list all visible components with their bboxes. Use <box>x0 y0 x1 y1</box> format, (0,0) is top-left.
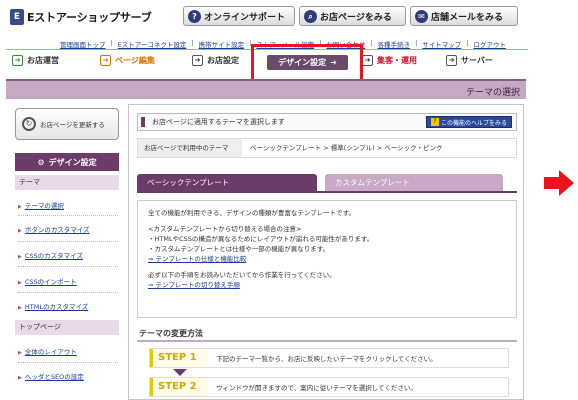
sidebar-item-css-import[interactable]: ▶ CSSのインポート <box>18 276 77 286</box>
help-button[interactable]: ? この機能のヘルプをみる <box>425 116 512 128</box>
current-theme-row: お店ページで利用中のテーマ ベーシックテンプレート > 標準(シンプル) > ベ… <box>137 138 517 158</box>
store-mail-label: 店舗メールをみる <box>431 12 504 23</box>
main-content: お店ページに適用するテーマを選択します ? この機能のヘルプをみる お店ページで… <box>128 104 524 400</box>
sidebar-category-theme: テーマ <box>15 175 119 190</box>
link-sitemap[interactable]: サイトマップ <box>422 39 461 49</box>
section-band: テーマの選択 <box>6 79 526 99</box>
theme-instruction-text: お店ページに適用するテーマを選択します <box>152 118 285 126</box>
nav-server[interactable]: ➜ サーバー <box>446 55 493 66</box>
arrow-right-icon: ➜ <box>446 55 457 66</box>
arrow-right-icon: ➜ <box>12 55 23 66</box>
refresh-label: お店ページを更新する <box>40 121 105 129</box>
link-logout[interactable]: ログアウト <box>474 39 507 49</box>
nav-store-ops[interactable]: ➜ お店運営 <box>12 55 59 66</box>
view-store-label: お店ページをみる <box>320 12 392 23</box>
nav-page-edit[interactable]: ➜ ページ編集 <box>100 55 155 66</box>
template-description: 全ての機能が利用できる、デザインの種類が豊富なテンプレートです。 <カスタムテン… <box>137 200 517 318</box>
nav-store-settings[interactable]: ➜ お店設定 <box>192 55 239 66</box>
spec-compare-link[interactable]: ⇒ テンプレートの仕様と機能比較 <box>148 254 506 264</box>
logo-text: Eストアーショップサーブ <box>27 11 152 24</box>
arrow-right-icon: ➜ <box>362 55 373 66</box>
sidebar: ↻ お店ページを更新する ⚙ デザイン設定 テーマ ▶ テーマの選択 ▶ ボタンのカ… <box>12 104 122 400</box>
logo[interactable]: E Eストアーショップサーブ <box>10 9 152 25</box>
arrow-right-icon: ➜ <box>100 55 111 66</box>
link-admin-top[interactable]: 管理画面トップ <box>60 39 106 49</box>
triangle-icon: ▶ <box>18 305 22 311</box>
header: E Eストアーショップサーブ ? オンラインサポート ⌕ お店ページをみる ✉ … <box>0 0 530 32</box>
switch-procedure-link[interactable]: ⇒ テンプレートの切り替え手順 <box>148 280 506 290</box>
down-arrow-icon <box>173 369 187 376</box>
sidebar-item-theme-select[interactable]: ▶ テーマの選択 <box>18 200 64 210</box>
sidebar-item-layout[interactable]: ▶ 全体のレイアウト <box>18 346 77 356</box>
step-2: STEP 2 ウィンドウが開きますので、案内に従いテーマを選択してください。 <box>149 377 509 397</box>
page-title: テーマの選択 <box>465 88 520 98</box>
theme-instruction-bar: お店ページに適用するテーマを選択します ? この機能のヘルプをみる <box>137 113 517 131</box>
link-connect-settings[interactable]: Eストアーコネクト設定 <box>118 39 187 49</box>
sidebar-heading: ⚙ デザイン設定 <box>15 153 119 171</box>
change-method-heading: テーマの変更方法 <box>137 328 517 342</box>
highlight-box <box>251 44 363 84</box>
logo-icon: E <box>10 9 24 25</box>
mail-icon: ✉ <box>415 9 428 23</box>
arrow-right-icon: ➜ <box>192 55 203 66</box>
sidebar-item-header-seo[interactable]: ▶ ヘッダとSEOの設定 <box>18 371 84 381</box>
sidebar-item-button-custom[interactable]: ▶ ボタンのカスタマイズ <box>18 224 90 234</box>
triangle-icon: ▶ <box>18 228 22 234</box>
step-1: STEP 1 下記のテーマ一覧から、お店に反映したいテーマをクリックしてください… <box>149 348 509 368</box>
link-mobile-settings[interactable]: 携帯サイト設定 <box>199 39 245 49</box>
tab-custom-template[interactable]: カスタムテンプレート <box>325 174 503 191</box>
online-support-label: オンラインサポート <box>204 12 286 23</box>
help-icon: ? <box>430 118 439 126</box>
view-store-button[interactable]: ⌕ お店ページをみる <box>299 6 406 26</box>
sidebar-item-css-custom[interactable]: ▶ CSSのカスタマイズ <box>18 250 83 260</box>
nav-marketing[interactable]: ➜ 集客・運用 <box>362 55 417 66</box>
tab-basic-template[interactable]: ベーシックテンプレート <box>137 174 317 191</box>
gear-icon: ⚙ <box>37 157 45 167</box>
red-arrow-icon <box>544 170 574 196</box>
triangle-icon: ▶ <box>18 280 22 286</box>
link-procedures[interactable]: 各種手続き <box>378 39 411 49</box>
refresh-store-button[interactable]: ↻ お店ページを更新する <box>15 108 119 140</box>
triangle-icon: ▶ <box>18 375 22 381</box>
current-theme-label: お店ページで利用中のテーマ <box>138 139 242 157</box>
refresh-icon: ↻ <box>22 117 36 131</box>
sidebar-item-html-custom[interactable]: ▶ HTMLのカスタマイズ <box>18 301 88 311</box>
search-icon: ⌕ <box>304 9 317 23</box>
current-theme-value: ベーシックテンプレート > 標準(シンプル) > ベーシック・ピンク <box>250 144 443 152</box>
question-icon: ? <box>188 9 201 23</box>
sidebar-category-top: トップページ <box>15 320 119 335</box>
triangle-icon: ▶ <box>18 350 22 356</box>
online-support-button[interactable]: ? オンラインサポート <box>183 6 295 26</box>
triangle-icon: ▶ <box>18 254 22 260</box>
triangle-icon: ▶ <box>18 204 22 210</box>
store-mail-button[interactable]: ✉ 店舗メールをみる <box>410 6 518 26</box>
